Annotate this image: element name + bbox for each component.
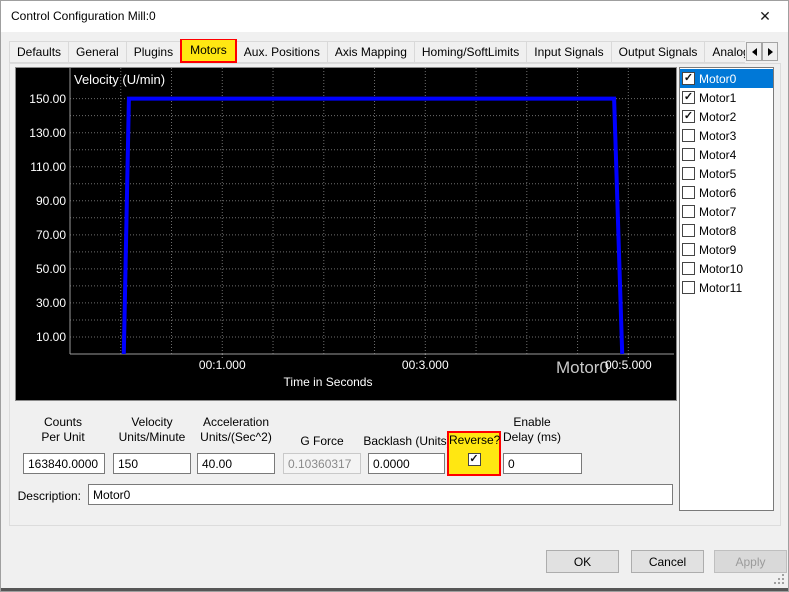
acceleration-input[interactable] [197,453,275,474]
reverse-label: Reverse? [449,433,501,447]
g-force-label: G Force [300,434,344,448]
motor-item-label: Motor9 [699,242,737,257]
y-tick-label: 10.00 [35,329,66,344]
tab-defaults[interactable]: Defaults [9,41,70,63]
backlash-input[interactable] [368,453,445,474]
motor-item-label: Motor2 [699,109,737,124]
x-tick-label: 00:1.000 [198,358,246,372]
tab-input-signals[interactable]: Input Signals [526,41,612,63]
x-tick-label: 00:3.000 [401,358,449,372]
counts-per-unit-label: Counts Per Unit [41,415,85,444]
counts-per-unit-input[interactable] [23,453,105,474]
tab-motors[interactable]: Motors [180,39,237,63]
y-tick-label: 70.00 [35,227,66,242]
y-tick-label: 50.00 [35,261,66,276]
motor-list-item-motor1[interactable]: ✓ Motor1 [680,88,773,107]
motor-item-label: Motor6 [699,185,737,200]
motor-item-label: Motor4 [699,147,737,162]
unchecked-checkbox-icon[interactable] [682,129,695,142]
unchecked-checkbox-icon[interactable] [682,205,695,218]
unchecked-checkbox-icon[interactable] [682,224,695,237]
close-button[interactable]: ✕ [742,1,788,31]
left-arrow-icon [751,47,757,56]
close-icon: ✕ [759,7,771,24]
motor-item-label: Motor11 [699,280,743,295]
motor-list-item-motor2[interactable]: ✓ Motor2 [680,107,773,126]
unchecked-checkbox-icon[interactable] [682,281,695,294]
tab-scroll-left-button[interactable] [746,42,762,61]
motor-listbox[interactable]: ✓ Motor0 ✓ Motor1 ✓ Motor2 Motor3 Motor4 Motor5 M… [679,67,774,511]
tab-homing-softlimits[interactable]: Homing/SoftLimits [413,41,528,63]
tab-plugins[interactable]: Plugins [125,41,182,63]
control-configuration-dialog: Control Configuration Mill:0 ✕ Defaults G… [0,0,789,592]
reverse-checkbox[interactable]: ✓ [467,453,481,466]
window-title: Control Configuration Mill:0 [11,9,156,23]
ok-button[interactable]: OK [546,550,619,573]
tab-aux-positions[interactable]: Aux. Positions [235,41,328,63]
motor-list-item-motor3[interactable]: Motor3 [680,126,773,145]
motor-item-label: Motor8 [699,223,737,238]
unchecked-checkbox-icon[interactable] [682,167,695,180]
y-tick-label: 150.00 [29,91,66,106]
checked-checkbox-icon[interactable]: ✓ [682,72,695,85]
y-tick-label: 90.00 [35,193,66,208]
motor-list-item-motor5[interactable]: Motor5 [680,164,773,183]
unchecked-checkbox-icon[interactable] [682,262,695,275]
tab-scroll-right-button[interactable] [762,42,778,61]
x-tick-label: 00:5.000 [604,358,652,372]
motor-list-item-motor0[interactable]: ✓ Motor0 [680,69,773,88]
description-input[interactable] [88,484,673,505]
motor-item-label: Motor1 [699,90,737,105]
apply-button[interactable]: Apply [714,550,787,573]
motor-list-item-motor7[interactable]: Motor7 [680,202,773,221]
window-bottom-edge [1,588,788,591]
velocity-plot [69,68,674,359]
y-tick-label: 130.00 [29,125,66,140]
checked-checkbox-icon[interactable]: ✓ [682,110,695,123]
motor-list-item-motor4[interactable]: Motor4 [680,145,773,164]
resize-grip[interactable] [774,574,776,576]
x-axis-title: Time in Seconds [283,375,373,389]
motor-list-item-motor8[interactable]: Motor8 [680,221,773,240]
motor-item-label: Motor5 [699,166,737,181]
tab-strip: Defaults General Plugins Motors Aux. Positio… [9,39,745,63]
motor-list-item-motor10[interactable]: Motor10 [680,259,773,278]
reverse-highlight-box: Reverse? ✓ [447,431,501,476]
motor-list-item-motor11[interactable]: Motor11 [680,278,773,297]
unchecked-checkbox-icon[interactable] [682,148,695,161]
title-bar: Control Configuration Mill:0 ✕ [1,1,788,32]
checked-checkbox-icon[interactable]: ✓ [682,91,695,104]
motor-item-label: Motor7 [699,204,737,219]
velocity-input[interactable] [113,453,191,474]
y-tick-label: 110.00 [30,159,66,174]
description-label: Description: [17,489,81,503]
tab-general[interactable]: General [68,41,127,63]
motor-item-label: Motor0 [699,71,737,86]
motor-list-item-motor9[interactable]: Motor9 [680,240,773,259]
cancel-button[interactable]: Cancel [631,550,704,573]
backlash-label: Backlash (Units) [363,434,451,448]
tab-output-signals[interactable]: Output Signals [610,41,706,63]
unchecked-checkbox-icon[interactable] [682,186,695,199]
y-tick-label: 30.00 [35,295,66,310]
motor-item-label: Motor3 [699,128,737,143]
right-arrow-icon [767,47,773,56]
g-force-input [283,453,361,474]
tab-axis-mapping[interactable]: Axis Mapping [326,41,415,63]
chart-title: Velocity (U/min) [74,72,166,87]
enable-delay-input[interactable] [503,453,582,474]
tab-analog-input-signals[interactable]: Analog Input Signals [704,41,745,63]
velocity-chart: Velocity (U/min) Time in Seconds Motor0 … [15,67,677,401]
motor-list-item-motor6[interactable]: Motor6 [680,183,773,202]
motor-item-label: Motor10 [699,261,744,276]
unchecked-checkbox-icon[interactable] [682,243,695,256]
acceleration-units-label: Acceleration Units/(Sec^2) [200,415,272,444]
